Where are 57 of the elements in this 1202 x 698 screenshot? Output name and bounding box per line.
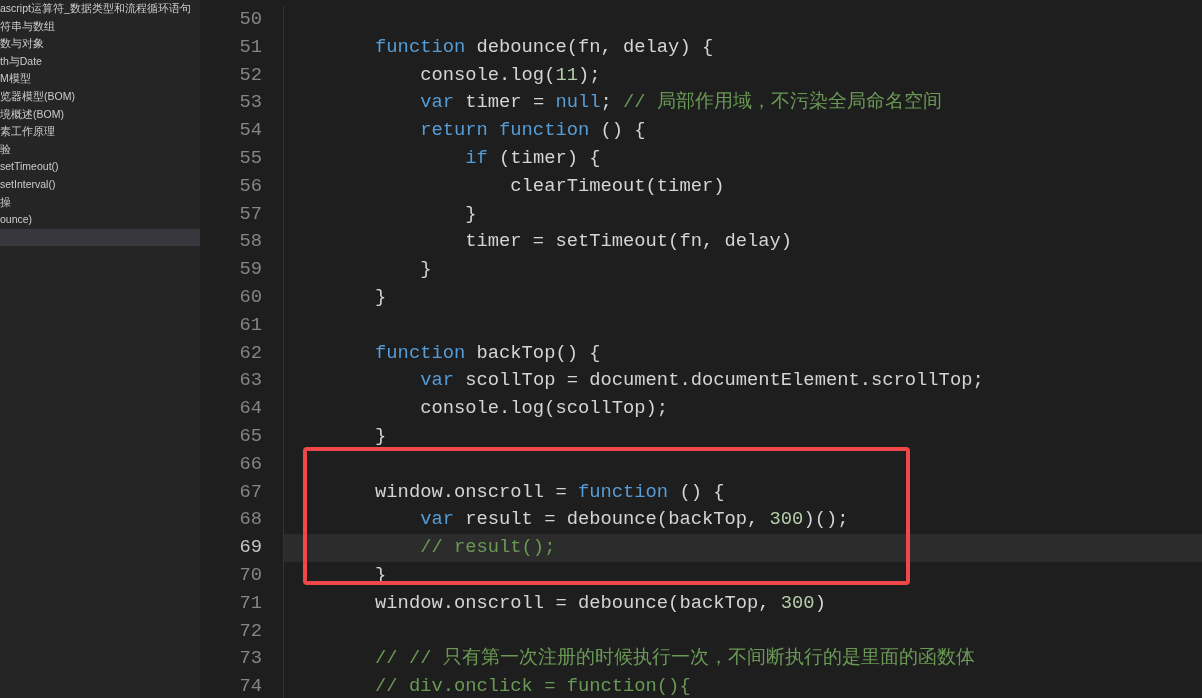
line-number: 54 [238,118,262,144]
sidebar-item[interactable] [0,228,200,247]
code-line: clearTimeout(timer) [283,172,1202,201]
line-number: 66 [238,451,262,477]
code-line: timer = setTimeout(fn, delay) [283,228,1202,257]
code-line: return function () { [283,117,1202,145]
code-line: var timer = null; // 局部作用域，不污染全局命名空间 [283,89,1202,118]
line-number: 58 [238,229,262,255]
sidebar-item[interactable]: th与Date [0,52,200,71]
code-line: } [283,200,1202,229]
line-number: 51 [238,34,262,60]
code-line: // div.onclick = function(){ [283,673,1202,698]
sidebar-item[interactable]: 境概述(BOM) [0,105,200,124]
line-number: 52 [238,62,262,88]
code-line: if (timer) { [283,145,1202,173]
code-line: window.onscroll = debounce(backTop, 300) [283,589,1202,618]
line-number: 60 [238,284,262,310]
code-line: console.log(scollTop); [283,395,1202,423]
sidebar-item[interactable]: 览器模型(BOM) [0,87,200,106]
line-number: 50 [238,7,262,32]
line-number: 59 [238,257,262,283]
line-number: 56 [238,173,262,199]
line-number: 64 [238,396,262,422]
sidebar-item[interactable]: ascript运算符_数据类型和流程循环语句 [0,0,200,18]
code-line: } [283,422,1202,451]
code-line: } [283,256,1202,284]
code-line: function backTop() { [283,339,1202,368]
sidebar-item[interactable]: 验 [0,140,200,159]
line-number: 67 [238,479,262,505]
code-line: // // 只有第一次注册的时候执行一次，不间断执行的是里面的函数体 [283,645,1202,674]
line-number: 68 [238,507,262,533]
code-line: window.onscroll = function () { [283,478,1202,507]
line-number: 57 [238,201,262,227]
line-number: 72 [238,618,262,644]
line-number: 74 [238,674,262,698]
line-number: 62 [238,340,262,366]
line-number: 69 [238,535,262,561]
sidebar-item[interactable]: setTimeout() [0,158,200,176]
sidebar-item[interactable]: M模型 [0,70,200,88]
line-number: 55 [238,146,262,171]
code-line: } [283,283,1202,312]
code-line: console.log(11); [283,61,1202,90]
line-number: 65 [238,423,262,449]
code-line: function debounce(fn, delay) { [283,33,1202,62]
line-number: 73 [238,646,262,672]
line-number: 61 [238,312,262,338]
sidebar-item[interactable]: 数与对象 [0,35,200,53]
sidebar-item[interactable]: ounce) [0,211,200,229]
code-line: var scollTop = document.documentElement.scrollTop; [283,367,1202,396]
sidebar-item[interactable]: 操 [0,193,200,212]
sidebar-item[interactable]: setInterval() [0,175,200,194]
line-number: 63 [238,368,262,394]
line-number: 53 [238,90,262,116]
sidebar-item[interactable]: 素工作原理 [0,123,200,141]
sidebar-item[interactable]: 符串与数组 [0,17,200,36]
line-number: 71 [238,590,262,616]
line-number: 70 [238,562,262,588]
